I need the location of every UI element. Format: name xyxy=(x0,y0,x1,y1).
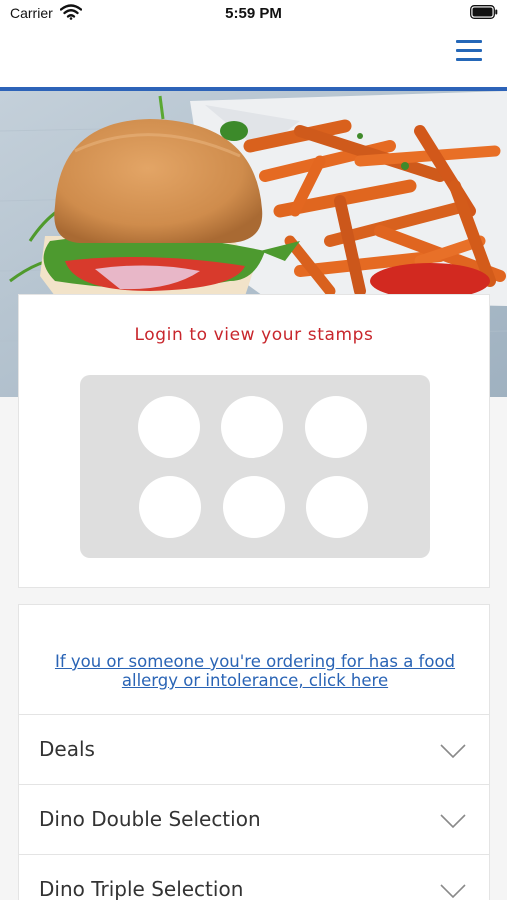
login-stamps-prompt[interactable]: Login to view your stamps xyxy=(19,325,489,345)
stamp-slot xyxy=(221,396,283,458)
menu-section-dino-triple[interactable]: Dino Triple Selection xyxy=(19,854,489,900)
menu-section-label: Dino Double Selection xyxy=(39,807,261,831)
chevron-down-icon xyxy=(440,884,466,899)
menu-card: If you or someone you're ordering for ha… xyxy=(18,604,490,900)
status-time: 5:59 PM xyxy=(225,5,282,22)
stamp-slot xyxy=(138,396,200,458)
stamp-slot xyxy=(306,476,368,538)
stamp-slot xyxy=(305,396,367,458)
menu-section-deals[interactable]: Deals xyxy=(19,714,489,784)
nav-bar xyxy=(0,30,507,87)
battery-icon xyxy=(470,5,498,19)
menu-section-label: Dino Triple Selection xyxy=(39,877,244,900)
stamp-grid xyxy=(80,375,430,558)
menu-section-label: Deals xyxy=(39,737,95,761)
stamp-slot xyxy=(139,476,201,538)
allergy-info-link[interactable]: If you or someone you're ordering for ha… xyxy=(39,652,471,690)
hamburger-icon[interactable] xyxy=(456,40,482,62)
stamp-slot xyxy=(223,476,285,538)
chevron-down-icon xyxy=(440,814,466,829)
chevron-down-icon xyxy=(440,744,466,759)
status-bar: Carrier 5:59 PM xyxy=(0,0,507,30)
stamp-card: Login to view your stamps xyxy=(18,294,490,588)
menu-section-dino-double[interactable]: Dino Double Selection xyxy=(19,784,489,854)
